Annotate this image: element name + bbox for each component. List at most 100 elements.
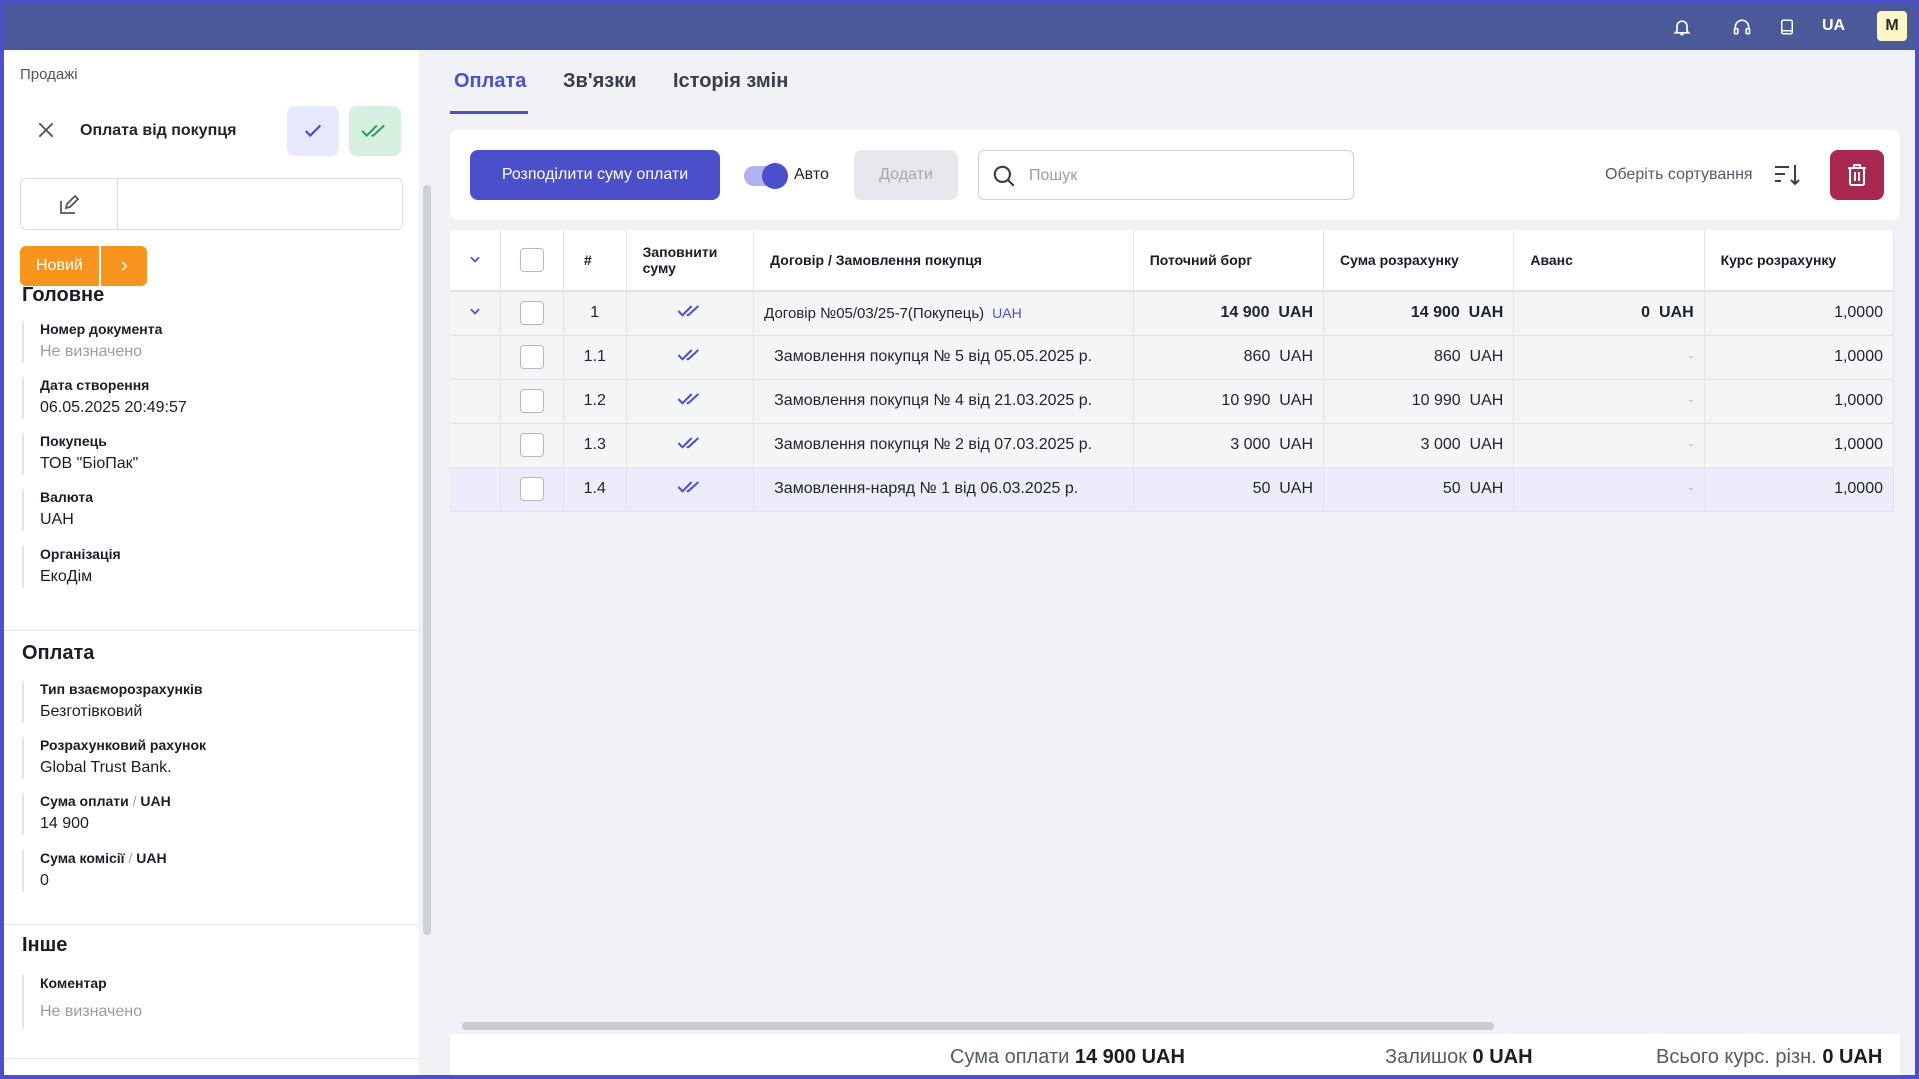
search-input[interactable] <box>1029 164 1329 188</box>
edit-note-icon[interactable] <box>55 191 83 219</box>
field-bank-account[interactable]: Розрахунковий рахунок Global Trust Bank. <box>22 737 402 779</box>
chevron-down-icon <box>470 256 480 263</box>
next-status-button[interactable] <box>100 246 147 286</box>
tab-links[interactable]: Зв'язки <box>563 70 637 93</box>
total-diff-label: Всього курс. різн. <box>1656 1046 1817 1068</box>
row-checkbox[interactable] <box>519 433 544 457</box>
row-rate[interactable]: 1,0000 <box>1704 335 1895 380</box>
field-label: Валюта <box>40 489 94 505</box>
row-currency: UAH <box>992 304 1022 321</box>
col-header-rate: Курс розрахунку <box>1704 230 1895 292</box>
field-label-text: Сума оплати <box>40 793 129 809</box>
table-row[interactable]: 1.3 Замовлення покупця № 2 від 07.03.202… <box>450 423 1895 468</box>
breadcrumb[interactable]: Продажі <box>20 66 78 83</box>
field-value: Global Trust Bank. <box>40 759 172 776</box>
tab-history[interactable]: Історія змін <box>673 70 788 93</box>
table-row[interactable]: 1.1 Замовлення покупця № 5 від 05.05.202… <box>450 335 1895 380</box>
total-diff-value: 0 UAH <box>1822 1046 1883 1068</box>
row-sum[interactable]: 3 000 UAH <box>1323 423 1515 468</box>
row-sum[interactable]: 14 900 UAH <box>1323 291 1515 336</box>
col-header-fill: Заповнити суму <box>626 230 755 292</box>
field-currency[interactable]: Валюта UAH <box>22 489 402 531</box>
tab-payment[interactable]: Оплата <box>454 70 526 93</box>
post-button[interactable] <box>349 106 401 156</box>
row-rate[interactable]: 1,0000 <box>1704 467 1895 512</box>
auto-toggle[interactable] <box>744 163 788 189</box>
fill-sum-button[interactable] <box>626 467 755 512</box>
field-label: Розрахунковий рахунок <box>40 737 207 753</box>
section-title-main: Головне <box>22 284 105 306</box>
row-checkbox-cell[interactable] <box>500 379 564 424</box>
fill-sum-button[interactable] <box>626 423 755 468</box>
horizontal-scrollbar[interactable] <box>462 1022 1494 1030</box>
field-commission-amount[interactable]: Сума комісії / UAH 0 <box>22 850 402 892</box>
row-advance: - <box>1513 467 1705 512</box>
row-rate[interactable]: 1,0000 <box>1704 379 1895 424</box>
toggle-knob <box>762 163 788 189</box>
add-button[interactable]: Додати <box>854 150 958 200</box>
total-remaining-label: Залишок <box>1385 1046 1467 1068</box>
select-all-checkbox[interactable] <box>519 248 544 272</box>
double-check-icon <box>677 436 699 449</box>
fill-sum-button[interactable] <box>626 379 755 424</box>
field-payment-amount[interactable]: Сума оплати / UAH 14 900 <box>22 793 402 835</box>
status-badge[interactable]: Новий <box>20 246 99 286</box>
sidebar-scrollbar[interactable] <box>423 185 431 935</box>
row-indent <box>450 379 502 424</box>
table-row[interactable]: 1 Договір №05/03/25-7(Покупець) UAH 14 90… <box>450 291 1895 336</box>
row-checkbox-cell[interactable] <box>500 291 564 336</box>
row-checkbox[interactable] <box>519 345 544 369</box>
row-sum[interactable]: 860 UAH <box>1323 335 1515 380</box>
row-checkbox-cell[interactable] <box>500 335 564 380</box>
chevron-down-icon <box>470 308 480 315</box>
field-doc-number[interactable]: Номер документа Не визначено <box>22 321 402 363</box>
row-advance[interactable]: 0 UAH <box>1513 291 1705 336</box>
totals-footer: Сума оплати 14 900 UAH Залишок 0 UAH Всь… <box>450 1034 1900 1075</box>
close-icon[interactable] <box>32 116 60 144</box>
double-check-icon <box>361 124 385 138</box>
section-title-payment: Оплата <box>22 642 95 664</box>
avatar[interactable]: M <box>1877 11 1907 41</box>
bell-icon[interactable] <box>1669 14 1695 40</box>
field-label: Дата створення <box>40 377 150 393</box>
document-sidebar: Продажі Оплата від покупця Новий Головне… <box>4 50 419 1075</box>
select-all-header[interactable] <box>500 230 564 292</box>
total-remaining-value: 0 UAH <box>1472 1046 1533 1068</box>
book-icon[interactable] <box>1774 14 1800 40</box>
double-check-icon <box>677 305 699 317</box>
row-name: Замовлення покупця № 4 від 21.03.2025 р. <box>753 379 1134 424</box>
field-customer[interactable]: Покупець ТОВ "БіоПак" <box>22 433 402 475</box>
expand-all-header[interactable] <box>450 230 502 292</box>
row-rate[interactable]: 1,0000 <box>1704 291 1895 336</box>
row-expand-toggle[interactable] <box>450 291 502 336</box>
chevron-right-icon <box>121 261 128 271</box>
row-checkbox-cell[interactable] <box>500 467 564 512</box>
row-sum[interactable]: 10 990 UAH <box>1323 379 1515 424</box>
section-title-other: Інше <box>22 934 68 956</box>
table-row[interactable]: 1.4 Замовлення-наряд № 1 від 06.03.2025 … <box>450 467 1895 512</box>
sort-icon[interactable] <box>1772 160 1802 190</box>
row-checkbox[interactable] <box>519 301 544 326</box>
save-button[interactable] <box>287 106 339 156</box>
fill-sum-button[interactable] <box>626 291 755 336</box>
headset-icon[interactable] <box>1729 14 1755 40</box>
language-switch[interactable]: UA <box>1822 17 1845 35</box>
field-created-date[interactable]: Дата створення 06.05.2025 20:49:57 <box>22 377 402 419</box>
search-box[interactable] <box>978 150 1354 200</box>
distribute-button[interactable]: Розподілити суму оплати <box>470 150 720 200</box>
field-comment[interactable]: Коментар Не визначено <box>22 975 402 1029</box>
row-checkbox[interactable] <box>519 477 544 501</box>
table-row[interactable]: 1.2 Замовлення покупця № 4 від 21.03.202… <box>450 379 1895 424</box>
row-sum[interactable]: 50 UAH <box>1323 467 1515 512</box>
row-rate[interactable]: 1,0000 <box>1704 423 1895 468</box>
status-control[interactable]: Новий <box>20 246 147 286</box>
delete-button[interactable] <box>1830 150 1884 200</box>
row-debt: 14 900 UAH <box>1133 291 1325 336</box>
field-settlement-type[interactable]: Тип взаєморозрахунків Безготівковий <box>22 681 402 723</box>
row-checkbox[interactable] <box>519 389 544 413</box>
sort-label[interactable]: Оберіть сортування <box>1605 166 1753 184</box>
field-unit: UAH <box>136 850 167 866</box>
field-organization[interactable]: Організація ЕкоДім <box>22 546 402 588</box>
row-checkbox-cell[interactable] <box>500 423 564 468</box>
fill-sum-button[interactable] <box>626 335 755 380</box>
